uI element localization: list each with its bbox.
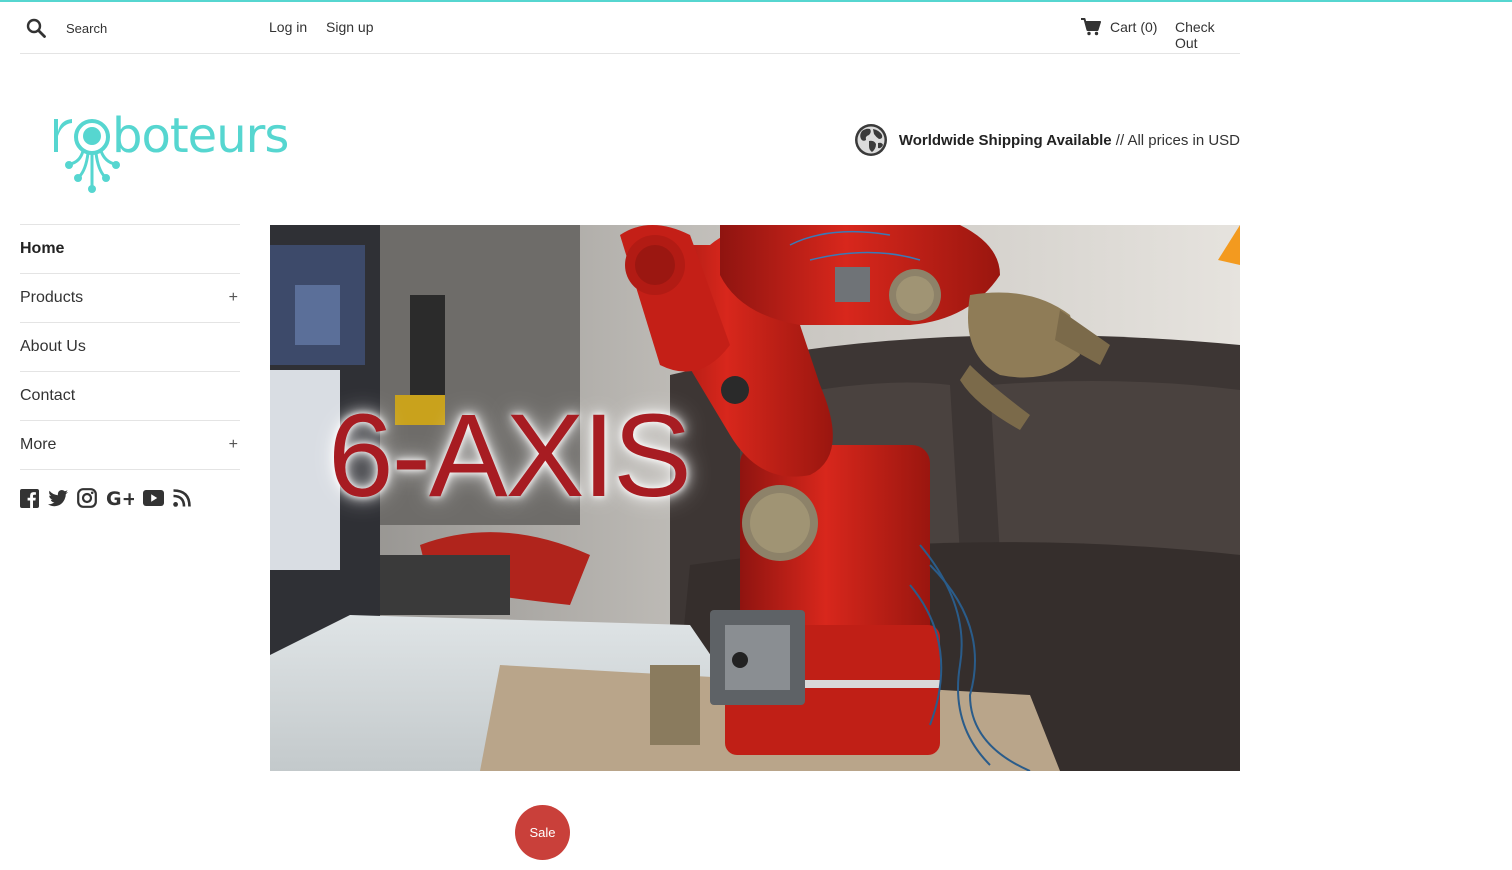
hero-overlay-text: 6-AXIS — [328, 390, 692, 522]
expand-icon[interactable]: + — [229, 436, 240, 454]
top-bar: Log in Sign up Cart (0) Check Out — [20, 2, 1240, 54]
sidebar-item-label: Home — [20, 240, 65, 257]
sidebar-item-label: About Us — [20, 338, 86, 355]
sale-badge: Sale — [515, 805, 570, 860]
expand-icon[interactable]: + — [229, 289, 240, 307]
sidebar-item-about-us[interactable]: About Us — [20, 323, 240, 372]
sidebar-item-contact[interactable]: Contact — [20, 372, 240, 421]
sidebar-item-more[interactable]: More + — [20, 421, 240, 470]
instagram-icon[interactable] — [77, 488, 97, 508]
sidebar-item-label: More — [20, 436, 57, 453]
sidebar-item-home[interactable]: Home — [20, 225, 240, 274]
cart-icon[interactable] — [1081, 18, 1101, 36]
sidebar-item-products[interactable]: Products + — [20, 274, 240, 323]
shipping-bold: Worldwide Shipping Available — [898, 131, 1112, 149]
search-icon[interactable] — [26, 18, 46, 38]
svg-text:boteurs: boteurs — [112, 108, 288, 164]
sidebar-item-label: Contact — [20, 387, 76, 404]
roboteurs-logo[interactable]: boteurs — [52, 102, 292, 197]
twitter-icon[interactable] — [48, 489, 68, 507]
signup-link[interactable]: Sign up — [326, 19, 373, 35]
checkout-link[interactable]: Check Out — [1175, 19, 1240, 51]
shipping-notice: Worldwide Shipping Available // All pric… — [854, 123, 1240, 157]
sidebar-item-label: Products — [20, 289, 84, 306]
hero-banner[interactable]: 6-AXIS — [270, 225, 1240, 771]
globe-icon — [854, 124, 887, 156]
cart-link[interactable]: Cart (0) — [1110, 19, 1157, 35]
search-input[interactable] — [66, 16, 246, 40]
svg-text:G+: G+ — [106, 489, 134, 507]
rss-icon[interactable] — [173, 489, 191, 507]
social-links: G+ — [20, 488, 240, 508]
shipping-rest: // All prices in USD — [1111, 131, 1240, 149]
facebook-icon[interactable] — [20, 488, 39, 508]
youtube-icon[interactable] — [143, 490, 164, 506]
login-link[interactable]: Log in — [269, 19, 307, 35]
sidebar-nav: Home Products + About Us Contact More + … — [20, 224, 240, 508]
google-plus-icon[interactable]: G+ — [106, 489, 134, 507]
